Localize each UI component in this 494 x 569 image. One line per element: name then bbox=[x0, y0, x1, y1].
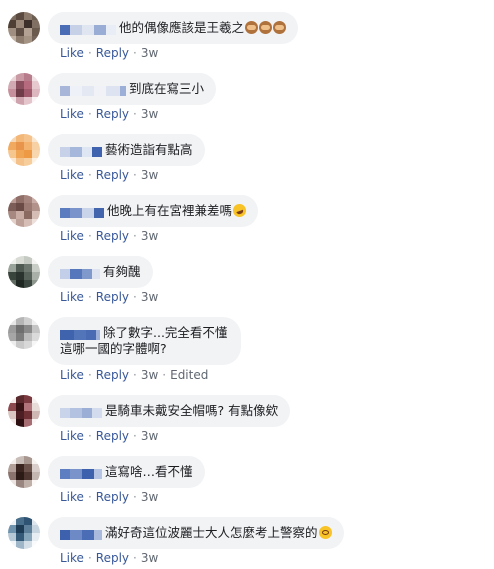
comment-item: 是騎車未戴安全帽嗎? 有點像欸 Like · Reply · 3w bbox=[0, 391, 494, 452]
comment-item: 除了數字...完全看不懂 這哪一國的字體啊? Like · Reply · 3w · Edi… bbox=[0, 313, 494, 390]
comment-actions: Like · Reply · 3w bbox=[60, 46, 159, 60]
avatar[interactable] bbox=[8, 456, 40, 488]
avatar[interactable] bbox=[8, 317, 40, 349]
timestamp[interactable]: 3w bbox=[141, 368, 158, 382]
like-link[interactable]: Like bbox=[60, 551, 84, 565]
like-link[interactable]: Like bbox=[60, 46, 84, 60]
rofl-emoji bbox=[231, 202, 248, 219]
timestamp[interactable]: 3w bbox=[141, 46, 158, 60]
comment-text-line-1: 除了數字...完全看不懂 bbox=[103, 325, 228, 340]
comment-text-line-2: 這哪一國的字體啊? bbox=[60, 341, 167, 356]
comment-bubble: 他的偶像應該是王羲之 bbox=[48, 12, 299, 44]
avatar[interactable] bbox=[8, 256, 40, 288]
reply-link[interactable]: Reply bbox=[96, 368, 129, 382]
comment-text: 這寫啥…看不懂 bbox=[105, 464, 193, 479]
reply-link[interactable]: Reply bbox=[96, 290, 129, 304]
comment-bubble: 藝術造詣有點高 bbox=[48, 134, 205, 166]
reply-link[interactable]: Reply bbox=[96, 490, 129, 504]
comment-bubble: 除了數字...完全看不懂 這哪一國的字體啊? bbox=[48, 317, 241, 365]
like-link[interactable]: Like bbox=[60, 490, 84, 504]
timestamp[interactable]: 3w bbox=[141, 290, 158, 304]
comment-actions: Like · Reply · 3w bbox=[60, 551, 159, 565]
reply-link[interactable]: Reply bbox=[96, 46, 129, 60]
timestamp[interactable]: 3w bbox=[141, 229, 158, 243]
comment-actions: Like · Reply · 3w bbox=[60, 290, 159, 304]
comment-bubble: 他晚上有在宮裡兼差嗎 bbox=[48, 195, 259, 227]
timestamp[interactable]: 3w bbox=[141, 429, 158, 443]
comment-item: 這寫啥…看不懂 Like · Reply · 3w bbox=[0, 452, 494, 513]
avatar[interactable] bbox=[8, 73, 40, 105]
author-name-blurred[interactable] bbox=[60, 405, 102, 419]
comment-text: 滿好奇這位波麗士大人怎麼考上警察的 bbox=[105, 525, 318, 540]
reply-link[interactable]: Reply bbox=[96, 229, 129, 243]
avatar[interactable] bbox=[8, 395, 40, 427]
comment-item: 藝術造詣有點高 Like · Reply · 3w bbox=[0, 130, 494, 191]
comment-bubble: 到底在寫三小 bbox=[48, 73, 217, 105]
timestamp[interactable]: 3w bbox=[141, 490, 158, 504]
like-link[interactable]: Like bbox=[60, 429, 84, 443]
timestamp[interactable]: 3w bbox=[141, 107, 158, 121]
comment-bubble: 這寫啥…看不懂 bbox=[48, 456, 205, 488]
reply-link[interactable]: Reply bbox=[96, 551, 129, 565]
author-name-blurred[interactable] bbox=[60, 466, 102, 480]
comment-bubble: 滿好奇這位波麗士大人怎麼考上警察的 bbox=[48, 517, 344, 549]
comment-actions: Like · Reply · 3w bbox=[60, 107, 159, 121]
reply-link[interactable]: Reply bbox=[96, 429, 129, 443]
comment-item: 滿好奇這位波麗士大人怎麼考上警察的 Like · Reply · 3w bbox=[0, 513, 494, 569]
see-no-evil-monkey-emoji bbox=[259, 21, 273, 34]
author-name-blurred[interactable] bbox=[60, 327, 100, 341]
author-name-blurred[interactable] bbox=[60, 144, 102, 158]
comment-text: 他晚上有在宮裡兼差嗎 bbox=[107, 203, 233, 218]
comment-actions: Like · Reply · 3w bbox=[60, 229, 159, 243]
timestamp[interactable]: 3w bbox=[141, 168, 158, 182]
comment-feed: 他的偶像應該是王羲之 Like · Reply · 3w 到底在寫三小 Like · Rep… bbox=[0, 0, 494, 569]
comment-text: 他的偶像應該是王羲之 bbox=[119, 20, 245, 35]
comment-actions: Like · Reply · 3w bbox=[60, 490, 159, 504]
comment-text: 是騎車未戴安全帽嗎? 有點像欸 bbox=[105, 403, 279, 418]
comment-bubble: 是騎車未戴安全帽嗎? 有點像欸 bbox=[48, 395, 291, 427]
author-name-blurred[interactable] bbox=[60, 266, 100, 280]
avatar[interactable] bbox=[8, 195, 40, 227]
like-link[interactable]: Like bbox=[60, 368, 84, 382]
comment-actions: Like · Reply · 3w bbox=[60, 168, 159, 182]
author-name-blurred[interactable] bbox=[60, 83, 126, 97]
comment-item: 他晚上有在宮裡兼差嗎 Like · Reply · 3w bbox=[0, 191, 494, 252]
reply-link[interactable]: Reply bbox=[96, 168, 129, 182]
see-no-evil-monkey-emoji bbox=[273, 21, 287, 34]
comment-actions: Like · Reply · 3w · Edited bbox=[60, 368, 209, 382]
comment-text: 到底在寫三小 bbox=[129, 81, 205, 96]
comment-item: 有夠醜 Like · Reply · 3w bbox=[0, 252, 494, 313]
comment-text: 藝術造詣有點高 bbox=[105, 142, 193, 157]
timestamp[interactable]: 3w bbox=[141, 551, 158, 565]
author-name-blurred[interactable] bbox=[60, 527, 102, 541]
like-link[interactable]: Like bbox=[60, 290, 84, 304]
comment-text: 有夠醜 bbox=[103, 264, 141, 279]
edited-label[interactable]: Edited bbox=[170, 368, 208, 382]
avatar[interactable] bbox=[8, 12, 40, 44]
comment-bubble: 有夠醜 bbox=[48, 256, 153, 288]
like-link[interactable]: Like bbox=[60, 107, 84, 121]
reply-link[interactable]: Reply bbox=[96, 107, 129, 121]
like-link[interactable]: Like bbox=[60, 168, 84, 182]
author-name-blurred[interactable] bbox=[60, 22, 116, 36]
comment-actions: Like · Reply · 3w bbox=[60, 429, 159, 443]
author-name-blurred[interactable] bbox=[60, 205, 104, 219]
avatar[interactable] bbox=[8, 134, 40, 166]
comment-item: 到底在寫三小 Like · Reply · 3w bbox=[0, 69, 494, 130]
see-no-evil-monkey-emoji bbox=[245, 21, 259, 34]
comment-item: 他的偶像應該是王羲之 Like · Reply · 3w bbox=[0, 8, 494, 69]
avatar[interactable] bbox=[8, 517, 40, 549]
like-link[interactable]: Like bbox=[60, 229, 84, 243]
woozy-face-emoji bbox=[318, 526, 332, 539]
